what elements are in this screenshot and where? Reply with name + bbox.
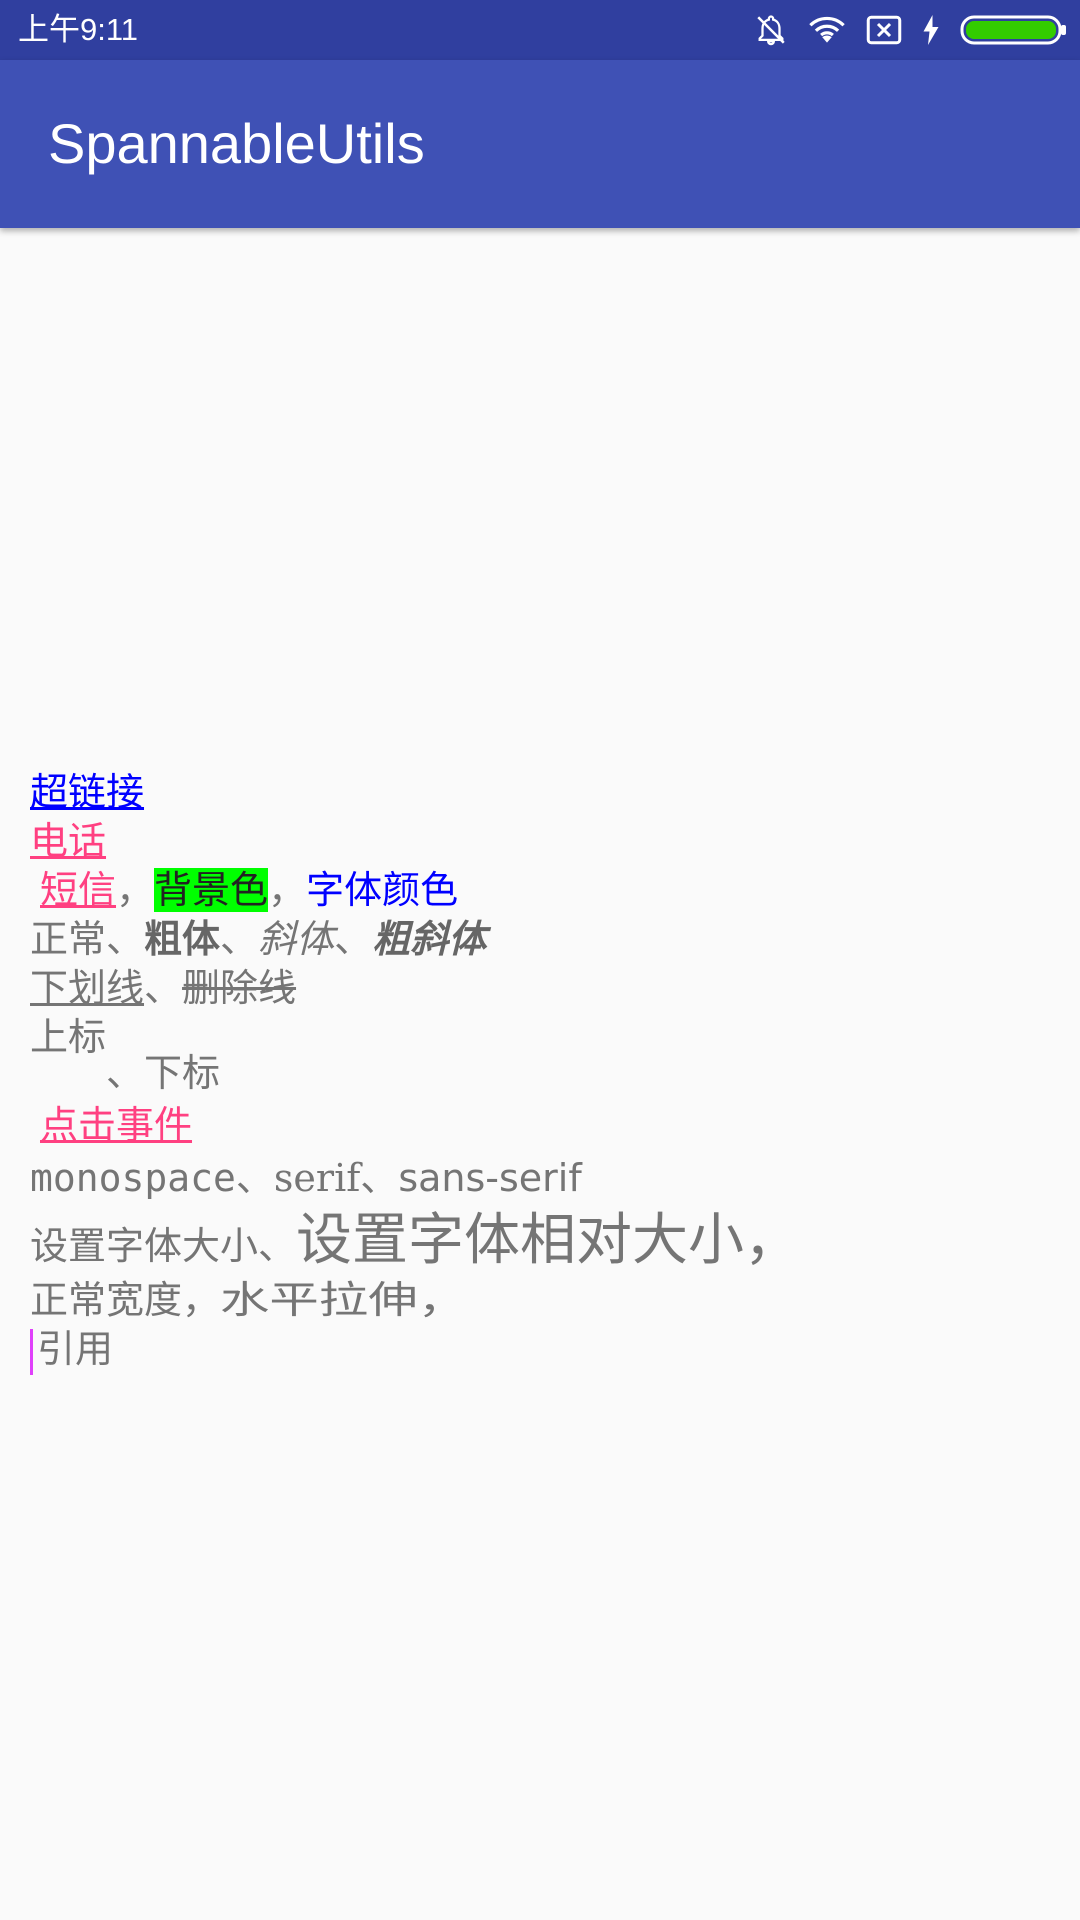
sans-serif-text: sans-serif [398, 1156, 582, 1200]
line-quote: 引用 [30, 1325, 1050, 1375]
background-color-text: 背景色 [154, 868, 269, 912]
separator: 、 [106, 1051, 145, 1095]
separator: 、 [334, 917, 373, 961]
charging-icon [922, 15, 940, 45]
line-decorations: 下划线、删除线 [30, 964, 1050, 1013]
page-title: SpannableUtils [48, 112, 425, 175]
normal-text: 正常、 [30, 917, 145, 961]
bold-italic-text: 粗斜体 [372, 917, 487, 961]
sim-x-icon [866, 15, 902, 45]
serif-text: serif [273, 1156, 361, 1200]
line-click: 点击事件 [30, 1101, 1050, 1150]
comma: ， [268, 868, 307, 912]
click-event-link[interactable]: 点击事件 [40, 1103, 192, 1147]
sms-link[interactable]: 短信 [40, 868, 116, 912]
line-hyperlink: 超链接 [30, 768, 1050, 817]
quote-text: 引用 [37, 1327, 114, 1371]
bold-text: 粗体 [144, 917, 221, 961]
wifi-icon [808, 15, 846, 45]
quote-bar [30, 1328, 33, 1375]
status-time: 上午9:11 [18, 12, 139, 47]
line-sizes: 设置字体大小、设置字体相对大小， [30, 1206, 1050, 1276]
status-bar: 上午9:11 [0, 0, 1080, 60]
subscript-text: 下标 [144, 1051, 221, 1095]
hyperlink[interactable]: 超链接 [30, 770, 144, 814]
app-bar: SpannableUtils [0, 60, 1080, 228]
line-fonts: monospace、serif、sans-serif [30, 1150, 1050, 1206]
separator: 、 [235, 1156, 274, 1200]
strikethrough-text: 删除线 [182, 966, 297, 1010]
monospace-text: monospace [30, 1156, 236, 1200]
line-styles: 正常、粗体、斜体、粗斜体 [30, 915, 1050, 964]
separator: 、 [144, 966, 183, 1010]
superscript-text: 上标 [30, 1015, 107, 1059]
separator: 、 [360, 1156, 399, 1200]
stretch-text: 水平拉伸， [220, 1278, 468, 1322]
spannable-text-view: 超链接 电话 短信，背景色，字体颜色 正常、粗体、斜体、粗斜体 下划线、删除线 … [30, 768, 1050, 1375]
underline-text: 下划线 [30, 966, 145, 1010]
font-color-text: 字体颜色 [306, 868, 459, 912]
font-size-text: 设置字体大小、 [30, 1224, 297, 1268]
line-width: 正常宽度，水平拉伸， [30, 1276, 1050, 1325]
phone-link[interactable]: 电话 [30, 819, 106, 863]
bell-off-icon [754, 13, 788, 47]
separator: 、 [220, 917, 259, 961]
status-icons [754, 0, 1068, 60]
line-phone: 电话 [30, 817, 1050, 866]
line-colors: 短信，背景色，字体颜色 [30, 866, 1050, 915]
comma: ， [116, 868, 155, 912]
battery-icon [960, 14, 1068, 46]
italic-text: 斜体 [258, 917, 335, 961]
normal-width-text: 正常宽度， [30, 1278, 221, 1322]
relative-size-text: 设置字体相对大小， [296, 1208, 801, 1273]
line-super-subscript: 上标、下标 [30, 1013, 1050, 1101]
